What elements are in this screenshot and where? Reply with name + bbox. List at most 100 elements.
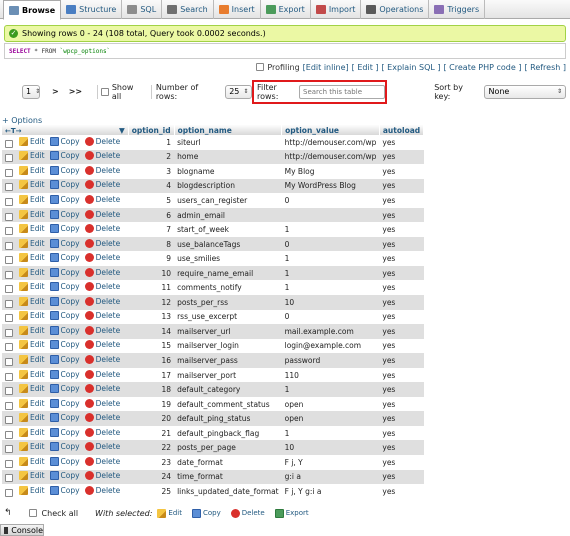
cell-option-value[interactable]: mail.example.com	[281, 324, 380, 339]
row-delete-button[interactable]: Delete	[84, 296, 120, 306]
row-delete-button[interactable]: Delete	[84, 209, 120, 219]
cell-option-id[interactable]: 16	[128, 353, 175, 368]
cell-option-value[interactable]: open	[281, 411, 380, 426]
row-delete-button[interactable]: Delete	[84, 194, 120, 204]
cell-option-id[interactable]: 7	[128, 222, 175, 237]
row-copy-button[interactable]: Copy	[49, 340, 80, 350]
cell-option-id[interactable]: 5	[128, 193, 175, 208]
cell-option-value[interactable]: F j, Y	[281, 455, 380, 470]
row-checkbox[interactable]	[5, 387, 13, 396]
row-edit-button[interactable]: Edit	[19, 296, 45, 306]
cell-option-name[interactable]: rss_use_excerpt	[174, 309, 282, 325]
rows-select[interactable]: 25 ⇕	[225, 84, 253, 99]
tab-sql[interactable]: SQL	[122, 0, 163, 19]
row-delete-button[interactable]: Delete	[84, 442, 120, 452]
row-copy-button[interactable]: Copy	[49, 282, 80, 292]
cell-option-name[interactable]: blogdescription	[174, 178, 282, 194]
row-checkbox[interactable]	[5, 416, 13, 425]
cell-option-id[interactable]: 22	[128, 440, 175, 456]
row-checkbox[interactable]	[5, 357, 13, 366]
cell-option-id[interactable]: 23	[128, 455, 175, 470]
cell-option-name[interactable]: posts_per_page	[174, 440, 282, 456]
profiling-checkbox[interactable]	[256, 63, 265, 71]
tab-search[interactable]: Search	[162, 0, 214, 19]
sort-arrows-header[interactable]: ←T→ ▼	[2, 125, 129, 135]
row-edit-button[interactable]: Edit	[19, 267, 45, 277]
row-delete-button[interactable]: Delete	[84, 311, 120, 321]
page-select[interactable]: 1 ⇕	[22, 84, 40, 99]
cell-option-name[interactable]: default_ping_status	[174, 411, 282, 426]
cell-option-id[interactable]: 4	[128, 178, 175, 194]
row-edit-button[interactable]: Edit	[19, 398, 45, 408]
cell-option-id[interactable]: 24	[128, 469, 175, 485]
row-edit-button[interactable]: Edit	[19, 224, 45, 234]
row-checkbox[interactable]	[5, 299, 13, 308]
row-copy-button[interactable]: Copy	[49, 136, 80, 146]
row-edit-button[interactable]: Edit	[19, 165, 45, 175]
cell-option-id[interactable]: 15	[128, 338, 175, 354]
row-delete-button[interactable]: Delete	[84, 340, 120, 350]
sort-select[interactable]: None ⇕	[484, 84, 566, 99]
cell-option-name[interactable]: users_can_register	[174, 193, 282, 208]
cell-option-name[interactable]: use_smilies	[174, 251, 282, 266]
row-delete-button[interactable]: Delete	[84, 151, 120, 161]
cell-option-value[interactable]: g:i a	[281, 469, 380, 485]
row-edit-button[interactable]: Edit	[19, 180, 45, 190]
cell-option-id[interactable]: 19	[128, 396, 175, 412]
row-edit-button[interactable]: Edit	[19, 413, 45, 423]
cell-option-value[interactable]: open	[281, 396, 380, 412]
cell-option-value[interactable]: My Blog	[281, 164, 380, 179]
cell-option-value[interactable]: 1	[281, 265, 380, 281]
cell-option-id[interactable]: 1	[128, 135, 175, 150]
row-copy-button[interactable]: Copy	[49, 311, 80, 321]
cell-option-name[interactable]: mailserver_pass	[174, 353, 282, 368]
tab-triggers[interactable]: Triggers	[429, 0, 486, 19]
row-delete-button[interactable]: Delete	[84, 267, 120, 277]
row-edit-button[interactable]: Edit	[19, 151, 45, 161]
tab-structure[interactable]: Structure	[61, 0, 123, 19]
check-all-label[interactable]: Check all	[42, 509, 79, 518]
cell-option-name[interactable]: mailserver_url	[174, 324, 282, 339]
row-copy-button[interactable]: Copy	[49, 194, 80, 204]
row-edit-button[interactable]: Edit	[19, 456, 45, 466]
row-checkbox[interactable]	[5, 488, 13, 497]
row-edit-button[interactable]: Edit	[19, 209, 45, 219]
row-delete-button[interactable]: Delete	[84, 325, 120, 335]
row-copy-button[interactable]: Copy	[49, 296, 80, 306]
cell-option-id[interactable]: 20	[128, 411, 175, 426]
row-delete-button[interactable]: Delete	[84, 136, 120, 146]
cell-option-id[interactable]: 3	[128, 164, 175, 179]
row-copy-button[interactable]: Copy	[49, 354, 80, 364]
cell-option-name[interactable]: mailserver_port	[174, 367, 282, 383]
row-edit-button[interactable]: Edit	[19, 485, 45, 495]
cell-option-name[interactable]: date_format	[174, 455, 282, 470]
row-delete-button[interactable]: Delete	[84, 369, 120, 379]
row-edit-button[interactable]: Edit	[19, 471, 45, 481]
tab-import[interactable]: Import	[311, 0, 362, 19]
row-checkbox[interactable]	[5, 343, 13, 352]
row-checkbox[interactable]	[5, 314, 13, 323]
row-copy-button[interactable]: Copy	[49, 224, 80, 234]
row-checkbox[interactable]	[5, 139, 13, 148]
row-delete-button[interactable]: Delete	[84, 180, 120, 190]
cell-option-id[interactable]: 11	[128, 280, 175, 296]
row-delete-button[interactable]: Delete	[84, 413, 120, 423]
row-checkbox[interactable]	[5, 270, 13, 279]
cell-option-value[interactable]: 110	[281, 367, 380, 383]
row-delete-button[interactable]: Delete	[84, 253, 120, 263]
row-edit-button[interactable]: Edit	[19, 194, 45, 204]
cell-option-id[interactable]: 18	[128, 382, 175, 397]
row-checkbox[interactable]	[5, 227, 13, 236]
row-delete-button[interactable]: Delete	[84, 354, 120, 364]
row-delete-button[interactable]: Delete	[84, 282, 120, 292]
bulk-copy-button[interactable]: Copy	[191, 508, 221, 518]
row-edit-button[interactable]: Edit	[19, 311, 45, 321]
row-checkbox[interactable]	[5, 212, 13, 221]
cell-option-id[interactable]: 12	[128, 295, 175, 310]
row-copy-button[interactable]: Copy	[49, 456, 80, 466]
row-checkbox[interactable]	[5, 459, 13, 468]
cell-option-id[interactable]: 21	[128, 425, 175, 441]
last-page-button[interactable]: >>	[69, 87, 82, 96]
tab-export[interactable]: Export	[261, 0, 311, 19]
cell-option-value[interactable]: 0	[281, 236, 380, 252]
